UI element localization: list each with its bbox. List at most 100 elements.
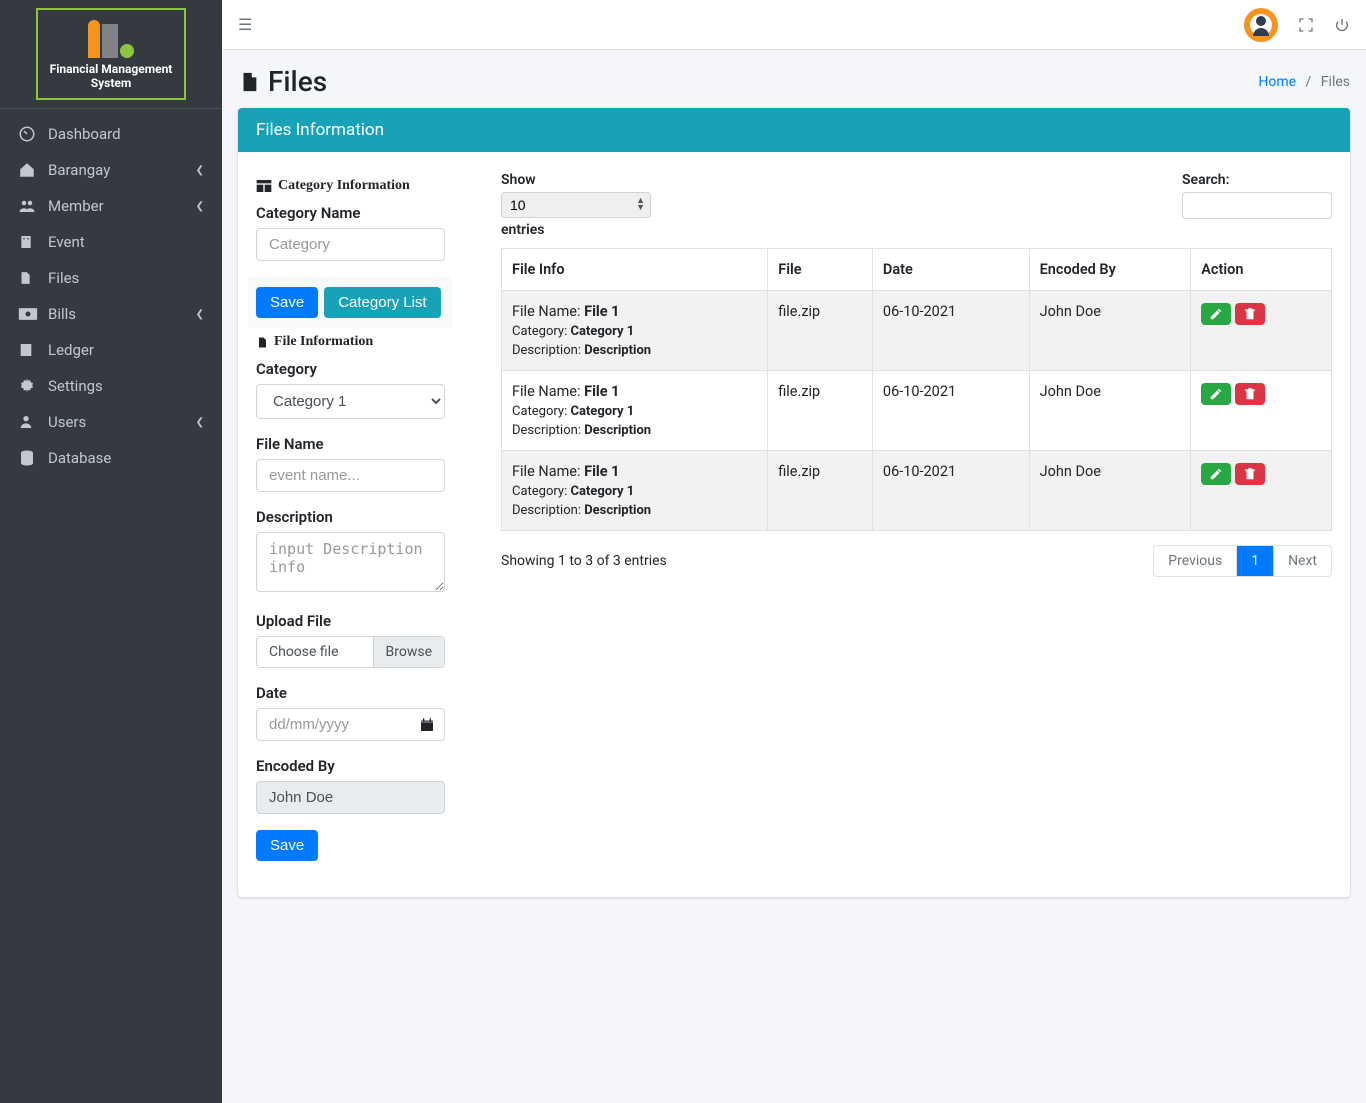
home-icon [18,161,38,179]
table-info: Showing 1 to 3 of 3 entries [501,553,667,569]
file-section-title: File Information [256,334,445,350]
category-list-button[interactable]: Category List [324,287,440,318]
page-next[interactable]: Next [1273,546,1331,576]
category-name-label: Category Name [256,204,445,222]
encoded-input [256,781,445,814]
table-row: File Name: File 1Category: Category 1Des… [502,451,1332,531]
sidebar-item-label: Bills [48,305,196,323]
sidebar-item-label: Database [48,449,204,467]
user-avatar[interactable] [1244,8,1278,42]
sidebar-item-label: Settings [48,377,204,395]
breadcrumb-home[interactable]: Home [1258,74,1296,90]
column-header[interactable]: File [768,249,873,291]
files-table: File Info File Date Encoded By Action Fi… [501,248,1332,531]
building-icon [18,233,38,251]
save-file-button[interactable]: Save [256,830,318,861]
filename-label: File Name [256,435,445,453]
entries-select[interactable]: 10 [501,192,651,218]
category-section-title: Category Information [256,178,445,194]
users-icon [18,197,38,215]
show-label: Show [501,172,651,188]
sidebar-item-event[interactable]: Event [8,225,214,259]
pencil-icon [1209,387,1223,401]
breadcrumb-current: Files [1321,74,1350,90]
pencil-icon [1209,467,1223,481]
trash-icon [1243,387,1257,401]
sidebar-item-member[interactable]: Member❮ [8,189,214,223]
sidebar-item-dashboard[interactable]: Dashboard [8,117,214,151]
money-icon [18,307,38,321]
sidebar-item-ledger[interactable]: Ledger [8,333,214,367]
sidebar-nav: Dashboard Barangay❮ Member❮ Event Files … [0,109,222,485]
sidebar: Financial Management System Dashboard Ba… [0,0,222,1103]
trash-icon [1243,307,1257,321]
sidebar-item-label: Event [48,233,204,251]
dashboard-icon [18,125,38,143]
edit-button[interactable] [1201,383,1231,405]
sidebar-item-label: Dashboard [48,125,204,143]
description-input[interactable] [256,532,445,592]
edit-button[interactable] [1201,303,1231,325]
sidebar-item-barangay[interactable]: Barangay❮ [8,153,214,187]
pagination: Previous 1 Next [1153,545,1332,577]
book-icon [18,341,38,359]
sidebar-item-label: Barangay [48,161,196,179]
edit-button[interactable] [1201,463,1231,485]
pencil-icon [1209,307,1223,321]
trash-icon [1243,467,1257,481]
gear-icon [18,377,38,395]
file-icon [18,269,38,287]
page-1[interactable]: 1 [1236,546,1273,576]
brand-logo-icon [86,18,136,58]
card-title: Files Information [238,108,1350,152]
column-header[interactable]: Action [1191,249,1332,291]
delete-button[interactable] [1235,463,1265,485]
brand-title-line1: Financial Management [50,62,173,76]
description-label: Description [256,508,445,526]
sidebar-item-label: Users [48,413,196,431]
topbar: ☰ [222,0,1366,50]
menu-toggle-icon[interactable]: ☰ [238,15,252,34]
column-header[interactable]: File Info [502,249,768,291]
filename-input[interactable] [256,459,445,492]
chevron-left-icon: ❮ [196,309,204,320]
file-icon [238,68,260,96]
sidebar-item-label: Ledger [48,341,204,359]
table-icon [256,179,272,193]
search-input[interactable] [1182,192,1332,219]
brand[interactable]: Financial Management System [0,0,222,109]
power-icon[interactable] [1334,17,1350,33]
chevron-left-icon: ❮ [196,417,204,428]
sidebar-item-bills[interactable]: Bills❮ [8,297,214,331]
files-card: Files Information Category Information C… [238,108,1350,897]
delete-button[interactable] [1235,303,1265,325]
chevron-left-icon: ❮ [196,165,204,176]
file-icon [256,335,268,350]
sidebar-item-users[interactable]: Users❮ [8,405,214,439]
date-input[interactable] [256,708,445,741]
category-name-input[interactable] [256,228,445,261]
user-icon [18,413,38,431]
breadcrumb: Home / Files [1258,74,1350,90]
chevron-left-icon: ❮ [196,201,204,212]
column-header[interactable]: Encoded By [1029,249,1191,291]
category-label: Category [256,360,445,378]
column-header[interactable]: Date [872,249,1029,291]
sidebar-item-label: Files [48,269,204,287]
upload-label: Upload File [256,612,445,630]
database-icon [18,449,38,467]
upload-file-input[interactable]: Choose file Browse [256,636,445,668]
encoded-label: Encoded By [256,757,445,775]
table-row: File Name: File 1Category: Category 1Des… [502,371,1332,451]
fullscreen-icon[interactable] [1298,17,1314,33]
sidebar-item-database[interactable]: Database [8,441,214,475]
delete-button[interactable] [1235,383,1265,405]
save-category-button[interactable]: Save [256,287,318,318]
date-label: Date [256,684,445,702]
browse-button[interactable]: Browse [373,637,444,667]
category-select[interactable]: Category 1 [256,384,445,419]
page-previous[interactable]: Previous [1154,546,1236,576]
sidebar-item-files[interactable]: Files [8,261,214,295]
sidebar-item-settings[interactable]: Settings [8,369,214,403]
table-row: File Name: File 1Category: Category 1Des… [502,291,1332,371]
